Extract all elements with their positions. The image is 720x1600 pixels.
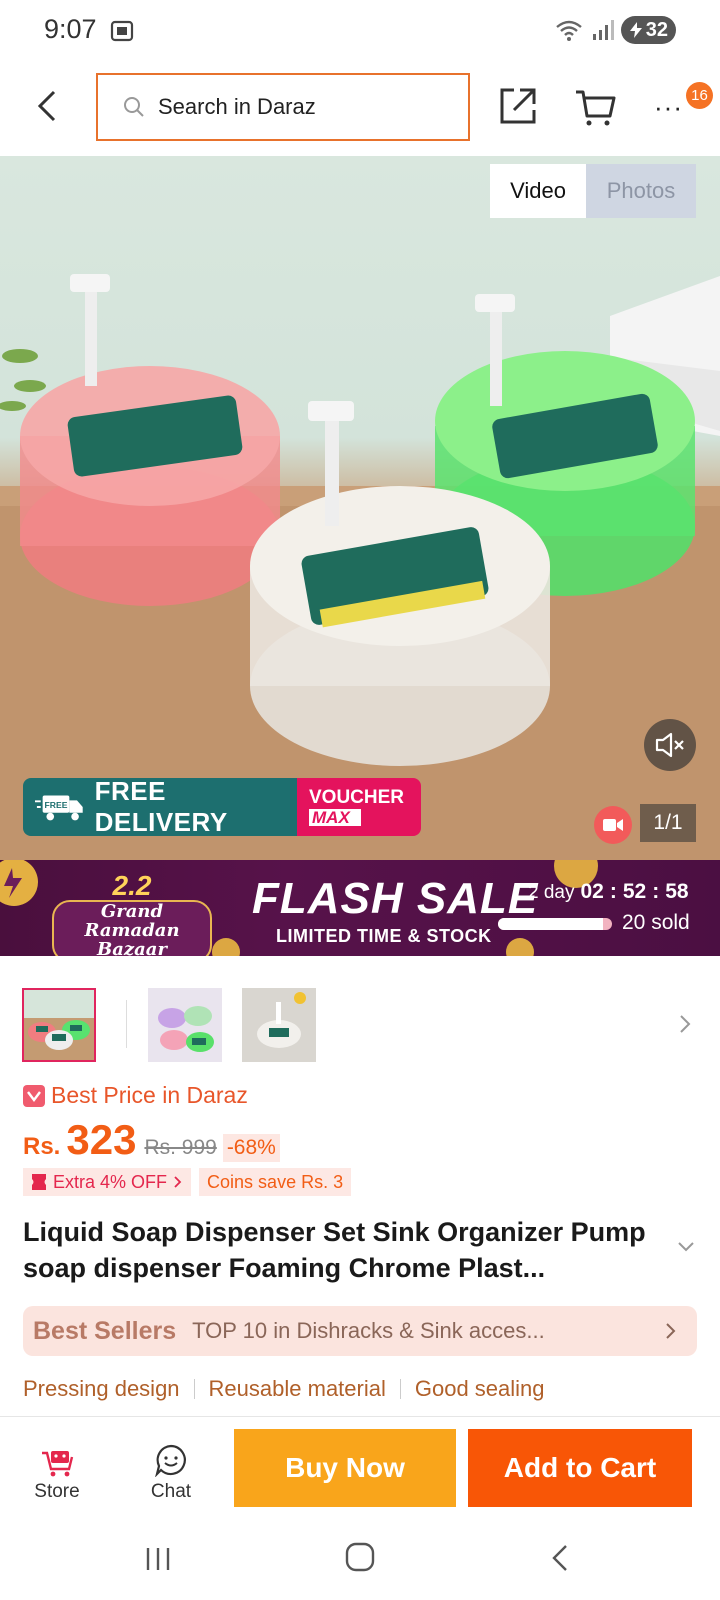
promo-row: Extra 4% OFF Coins save Rs. 3 [23, 1168, 352, 1196]
voucher-icon [32, 1174, 46, 1190]
discount-badge: -68% [222, 1134, 280, 1162]
wifi-icon [555, 20, 582, 41]
sold-progress-fill [498, 918, 603, 930]
share-icon[interactable] [496, 84, 540, 128]
header: Search in Daraz ··· 16 [0, 62, 720, 156]
media-counter: 1/1 [640, 804, 696, 842]
status-bar: 9:07 32 [0, 0, 720, 62]
product-photo [0, 274, 720, 860]
chat-button[interactable]: Chat [136, 1441, 206, 1503]
thumbnail-divider [126, 1000, 127, 1048]
price-value: 323 [66, 1116, 137, 1163]
original-price: Rs. 999 [144, 1136, 217, 1159]
coins-save-tag[interactable]: Coins save Rs. 3 [199, 1168, 352, 1196]
search-icon [124, 97, 144, 117]
price-row: Rs. 323 Rs. 999 -68% [23, 1116, 280, 1164]
sold-progress-bar [498, 918, 612, 930]
countdown-seconds: 58 [665, 880, 689, 903]
thumbnail-strip [0, 956, 720, 1062]
signal-icon [592, 20, 614, 40]
free-delivery-banner: FREE FREE DELIVERY VOUCHER MAX [23, 778, 421, 836]
recent-apps-icon[interactable] [138, 1540, 178, 1576]
event-name-line1: Grand Ramadan [84, 901, 180, 941]
status-right: 32 [555, 16, 676, 44]
flash-sale-title: FLASH SALE [252, 874, 539, 923]
event-name: Grand Ramadan Bazaar [52, 900, 212, 956]
battery-level: 32 [645, 18, 668, 41]
best-sellers-text: TOP 10 in Dishracks & Sink acces... [192, 1318, 545, 1343]
back-icon[interactable] [542, 1540, 582, 1576]
countdown-minutes: 52 [622, 880, 647, 903]
delivery-truck-icon: FREE [35, 795, 83, 821]
thumbnail-video[interactable] [22, 988, 96, 1062]
feature-separator [193, 1379, 195, 1399]
bottom-action-bar: Store Chat Buy Now Add to Cart [0, 1416, 720, 1516]
chevron-right-icon [174, 1176, 182, 1188]
flash-sale-banner[interactable]: 2.2 Grand Ramadan Bazaar FLASH SALE LIMI… [0, 860, 720, 956]
tab-photos[interactable]: Photos [586, 164, 696, 218]
voucher-max-text: MAX [309, 809, 361, 826]
event-number: 2.2 [112, 870, 152, 901]
feature-tag: Reusable material [208, 1376, 386, 1401]
search-placeholder: Search in Daraz [158, 94, 316, 119]
price-currency: Rs. [23, 1133, 61, 1160]
battery-indicator: 32 [620, 16, 676, 44]
product-media-gallery[interactable]: Video Photos FREE FREE DELIVERY VOUCHER … [0, 156, 720, 860]
buy-now-button[interactable]: Buy Now [234, 1429, 456, 1507]
store-label: Store [34, 1481, 80, 1502]
sold-count: 20 sold [622, 911, 690, 934]
chat-label: Chat [150, 1481, 192, 1502]
voucher-text: VOUCHER [309, 787, 405, 808]
store-button[interactable]: Store [22, 1441, 92, 1503]
store-icon [42, 1451, 74, 1477]
video-camera-icon[interactable] [594, 806, 632, 844]
system-navigation-bar [0, 1516, 720, 1600]
best-price-text: Best Price in Daraz [51, 1082, 248, 1108]
screenshot-notification-icon [110, 20, 134, 42]
grand-ramadan-bazaar-logo: 2.2 Grand Ramadan Bazaar [52, 870, 212, 956]
notification-badge: 16 [686, 82, 713, 109]
thumbnail-photo-2[interactable] [242, 988, 316, 1062]
status-time: 9:07 [44, 14, 97, 44]
voucher-max-part: VOUCHER MAX [297, 778, 421, 836]
extra-off-tag[interactable]: Extra 4% OFF [23, 1168, 192, 1196]
best-sellers-logo: Best Sellers [33, 1316, 177, 1345]
feature-separator [399, 1379, 401, 1399]
countdown-days: 2 day [528, 882, 575, 903]
cart-icon[interactable] [574, 86, 616, 128]
add-to-cart-button[interactable]: Add to Cart [468, 1429, 692, 1507]
feature-tags: Pressing design Reusable material Good s… [23, 1376, 545, 1402]
chevron-right-icon [666, 1323, 676, 1339]
event-name-line2: Bazaar [97, 938, 167, 956]
media-toggle: Video Photos [490, 164, 696, 218]
free-delivery-part: FREE FREE DELIVERY [23, 778, 297, 836]
flash-sale-subtitle: LIMITED TIME & STOCK [276, 926, 492, 946]
search-input[interactable]: Search in Daraz [96, 73, 470, 141]
feature-tag: Pressing design [23, 1376, 180, 1401]
feature-tag: Good sealing [414, 1376, 545, 1401]
chevron-right-icon[interactable] [676, 1012, 694, 1036]
more-options-icon[interactable]: ··· [654, 92, 684, 122]
speaker-muted-icon [655, 732, 684, 758]
mute-button[interactable] [644, 719, 696, 771]
free-delivery-text: FREE DELIVERY [94, 778, 228, 836]
chevron-down-icon[interactable] [676, 1240, 696, 1254]
countdown-timer: 2 day 02 : 52 : 58 [528, 880, 689, 903]
chat-icon [155, 1444, 186, 1477]
extra-off-text: Extra 4% OFF [53, 1171, 168, 1192]
product-title[interactable]: Liquid Soap Dispenser Set Sink Organizer… [23, 1214, 673, 1286]
countdown-hours: 02 [580, 880, 604, 903]
tab-video[interactable]: Video [490, 164, 586, 218]
back-arrow-icon[interactable] [30, 86, 64, 126]
best-sellers-banner[interactable]: Best Sellers TOP 10 in Dishracks & Sink … [23, 1306, 697, 1356]
home-icon[interactable] [340, 1540, 380, 1576]
charging-icon [629, 22, 642, 38]
free-badge-text: FREE [45, 800, 68, 810]
thumbnail-photo-1[interactable] [148, 988, 222, 1062]
best-price-label: Best Price in Daraz [23, 1082, 248, 1109]
best-price-icon [23, 1084, 45, 1107]
